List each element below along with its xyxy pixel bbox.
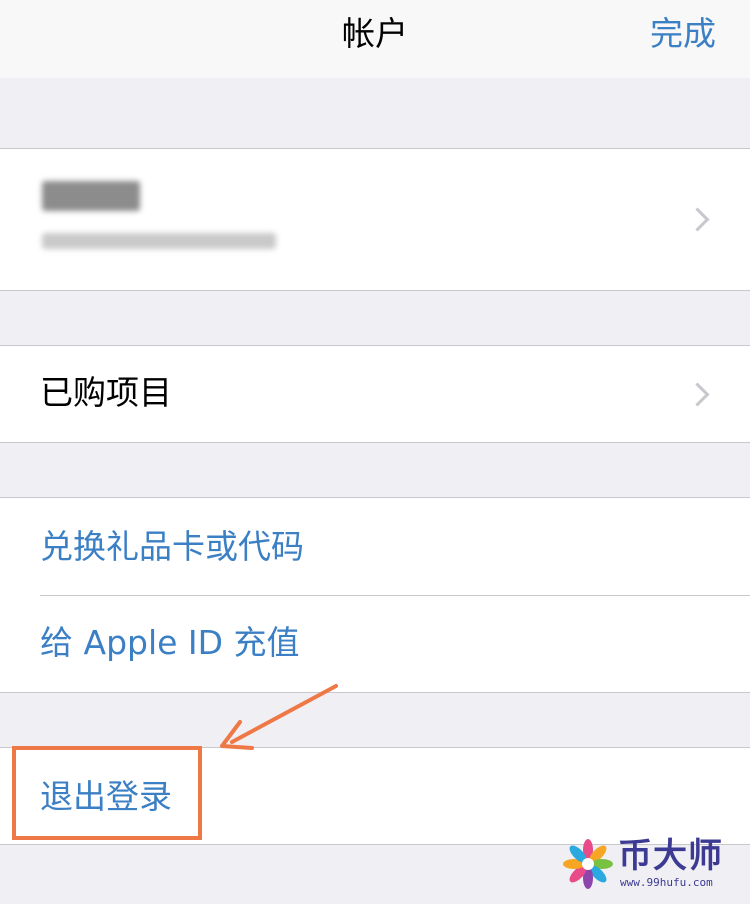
flower-logo-icon bbox=[563, 839, 613, 889]
watermark-url: www.99hufu.com bbox=[620, 876, 713, 889]
watermark-brand: 币大师 bbox=[618, 836, 723, 876]
pointer-arrow-icon bbox=[220, 684, 338, 750]
watermark-logo: 币大师 www.99hufu.com bbox=[560, 836, 730, 894]
